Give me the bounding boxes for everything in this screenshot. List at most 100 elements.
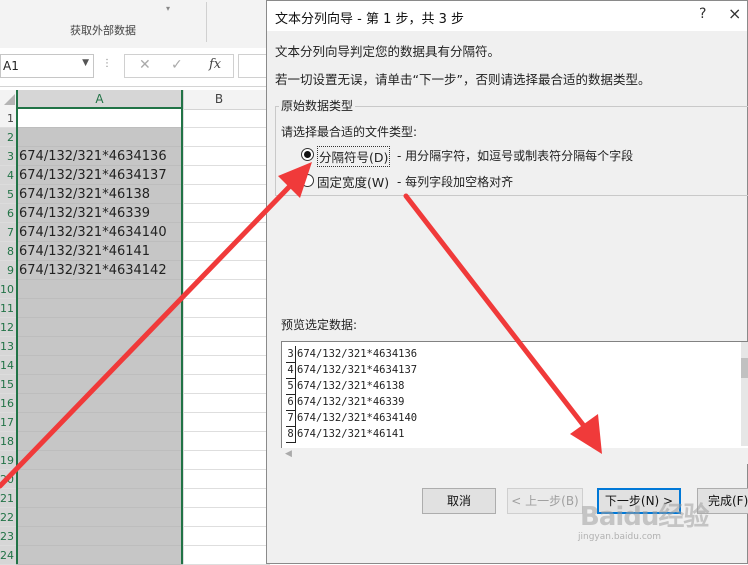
help-icon[interactable]: ? — [699, 6, 706, 22]
dialog-titlebar[interactable]: 文本分列向导 - 第 1 步，共 3 步 ? × — [267, 1, 747, 31]
cell-b[interactable] — [183, 489, 270, 508]
cell-a[interactable]: 674/132/321*46339 — [16, 204, 183, 223]
row-header[interactable]: 24 — [0, 546, 16, 565]
select-all-icon[interactable] — [4, 94, 15, 105]
row-header[interactable]: 16 — [0, 394, 16, 413]
row-header[interactable]: 22 — [0, 508, 16, 527]
cell-b[interactable] — [183, 185, 270, 204]
baidu-watermark: Baidu经验 — [580, 502, 709, 532]
preview-row-text: 674/132/321*4634137 — [297, 364, 418, 376]
cell-a[interactable]: 674/132/321*4634140 — [16, 223, 183, 242]
ribbon-expand-icon[interactable]: ▾ — [166, 4, 170, 13]
row-header[interactable]: 21 — [0, 489, 16, 508]
cell-a[interactable] — [16, 318, 183, 337]
cell-b[interactable] — [183, 204, 270, 223]
scrollbar-thumb[interactable] — [741, 358, 748, 378]
cell-b[interactable] — [183, 356, 270, 375]
cell-a[interactable]: 674/132/321*4634137 — [16, 166, 183, 185]
cell-b[interactable] — [183, 109, 270, 128]
data-preview[interactable]: 3 674/132/321*4634136 4 674/132/321*4634137… — [281, 341, 748, 449]
cell-b[interactable] — [183, 261, 270, 280]
close-icon[interactable]: × — [728, 4, 741, 23]
row-header[interactable]: 23 — [0, 527, 16, 546]
cell-b[interactable] — [183, 280, 270, 299]
back-button[interactable]: < 上一步(B) — [507, 488, 583, 514]
cell-b[interactable] — [183, 337, 270, 356]
column-header-a[interactable]: A — [16, 90, 183, 109]
row-header[interactable]: 5 — [0, 185, 16, 204]
cell-a[interactable] — [16, 394, 183, 413]
cell-a[interactable] — [16, 527, 183, 546]
cell-a[interactable] — [16, 508, 183, 527]
row-header[interactable]: 8 — [0, 242, 16, 261]
cancel-formula-icon[interactable]: ✕ — [139, 57, 151, 73]
row-header[interactable]: 3 — [0, 147, 16, 166]
cell-b[interactable] — [183, 432, 270, 451]
enter-formula-icon[interactable]: ✓ — [171, 57, 183, 73]
cell-b[interactable] — [183, 527, 270, 546]
chevron-down-icon[interactable]: ▼ — [82, 58, 89, 68]
row-header[interactable]: 6 — [0, 204, 16, 223]
preview-row-text: 674/132/321*4634140 — [297, 412, 418, 424]
row-header[interactable]: 14 — [0, 356, 16, 375]
fixed-width-radio[interactable] — [301, 174, 314, 187]
cell-b[interactable] — [183, 128, 270, 147]
cell-a[interactable]: 674/132/321*4634142 — [16, 261, 183, 280]
delimited-option-label[interactable]: 分隔符号(D) — [317, 146, 391, 167]
column-header-b[interactable]: B — [183, 90, 254, 109]
cell-b[interactable] — [183, 413, 270, 432]
text-to-columns-dialog: 文本分列向导 - 第 1 步，共 3 步 ? × 文本分列向导判定您的数据具有分… — [266, 0, 748, 564]
row-header[interactable]: 7 — [0, 223, 16, 242]
cell-a[interactable]: 674/132/321*46141 — [16, 242, 183, 261]
row-header[interactable]: 13 — [0, 337, 16, 356]
cell-a[interactable] — [16, 375, 183, 394]
cell-a[interactable] — [16, 299, 183, 318]
row-header[interactable]: 4 — [0, 166, 16, 185]
cell-a[interactable] — [16, 432, 183, 451]
cell-a[interactable] — [16, 451, 183, 470]
row-header[interactable]: 17 — [0, 413, 16, 432]
preview-vertical-scrollbar[interactable] — [741, 342, 748, 446]
row-header[interactable]: 10 — [0, 280, 16, 299]
cell-b[interactable] — [183, 166, 270, 185]
cancel-button[interactable]: 取消 — [422, 488, 496, 514]
row-header[interactable]: 12 — [0, 318, 16, 337]
cell-b[interactable] — [183, 147, 270, 166]
row-header[interactable]: 9 — [0, 261, 16, 280]
cell-a[interactable] — [16, 337, 183, 356]
row-header[interactable]: 18 — [0, 432, 16, 451]
insert-function-icon[interactable]: fx — [209, 57, 221, 72]
cell-a[interactable] — [16, 413, 183, 432]
name-box[interactable]: A1 ▼ — [0, 54, 94, 78]
cell-b[interactable] — [183, 242, 270, 261]
cell-b[interactable] — [183, 299, 270, 318]
cell-b[interactable] — [183, 394, 270, 413]
cell-a[interactable]: 674/132/321*4634136 — [16, 147, 183, 166]
cell-a[interactable] — [16, 356, 183, 375]
preview-row: 6 674/132/321*46339 — [286, 394, 404, 411]
row-header[interactable]: 11 — [0, 299, 16, 318]
cell-a[interactable] — [16, 546, 183, 565]
cell-b[interactable] — [183, 470, 270, 489]
cell-b[interactable] — [183, 318, 270, 337]
cell-b[interactable] — [183, 508, 270, 527]
row-header[interactable]: 19 — [0, 451, 16, 470]
preview-horizontal-scrollbar[interactable]: ◀ — [281, 448, 748, 464]
cell-b[interactable] — [183, 223, 270, 242]
cell-a[interactable] — [16, 489, 183, 508]
row-header[interactable]: 20 — [0, 470, 16, 489]
cell-b[interactable] — [183, 546, 270, 565]
cell-a[interactable] — [16, 470, 183, 489]
delimited-radio[interactable] — [301, 148, 314, 161]
row-header[interactable]: 2 — [0, 128, 16, 147]
cell-b[interactable] — [183, 451, 270, 470]
cell-b[interactable] — [183, 375, 270, 394]
row-header[interactable]: 1 — [0, 109, 16, 128]
cell-a[interactable] — [16, 280, 183, 299]
row-header[interactable]: 15 — [0, 375, 16, 394]
cell-a[interactable] — [16, 109, 183, 128]
cell-a[interactable]: 674/132/321*46138 — [16, 185, 183, 204]
cell-a[interactable] — [16, 128, 183, 147]
fixed-width-option-label[interactable]: 固定宽度(W) — [317, 172, 389, 191]
scroll-left-icon[interactable]: ◀ — [285, 449, 292, 459]
